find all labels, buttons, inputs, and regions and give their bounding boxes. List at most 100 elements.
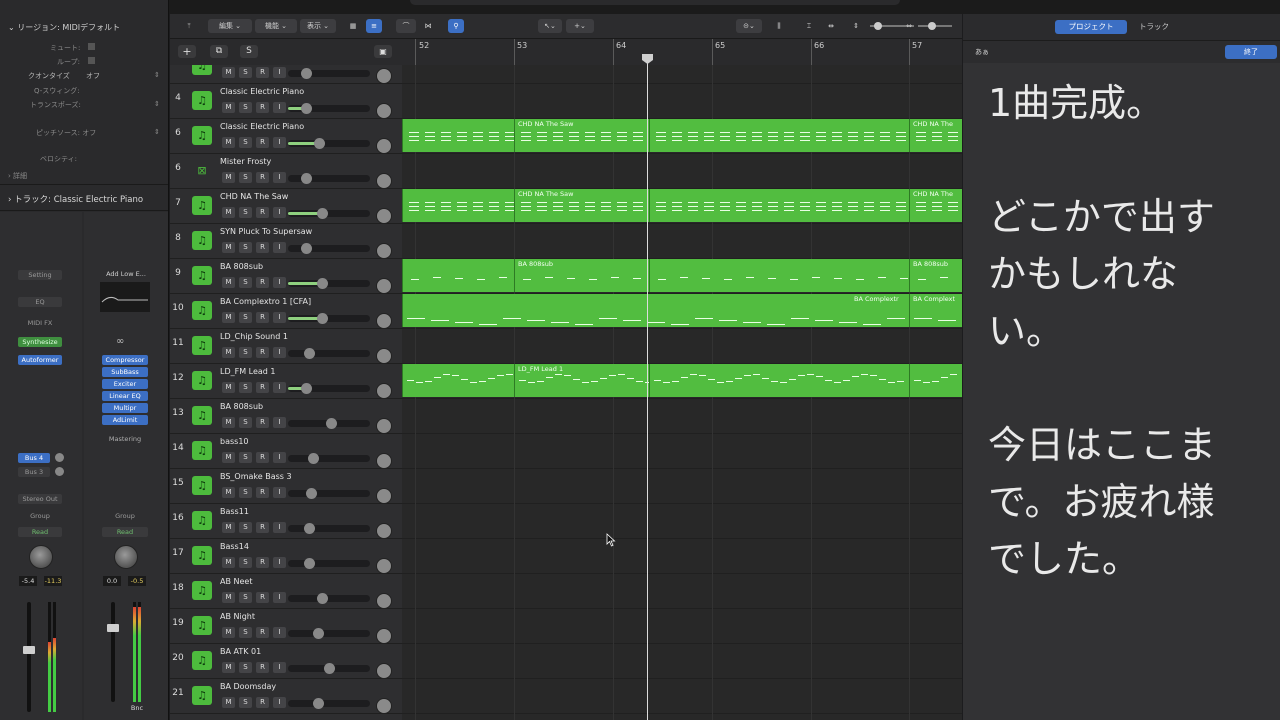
track-name[interactable]: LD_FM Lead 1	[220, 367, 276, 376]
solo-button[interactable]: S	[239, 347, 252, 358]
music-note-icon[interactable]: ♫	[192, 616, 212, 635]
track-lane[interactable]	[402, 65, 962, 84]
track-name[interactable]: Classic Electric Piano	[220, 87, 304, 96]
track-header[interactable]: 8 ♫ SYN Pluck To Supersaw M S R I	[170, 223, 402, 259]
volume-slider[interactable]	[288, 138, 370, 149]
volume-slider[interactable]	[288, 593, 370, 604]
input-monitor-button[interactable]: I	[273, 522, 286, 533]
pan-knob[interactable]	[376, 68, 392, 84]
audio-fx-slot[interactable]: Linear EQ	[102, 391, 148, 401]
loop-checkbox[interactable]	[88, 57, 95, 64]
music-note-icon[interactable]: ♫	[192, 196, 212, 215]
volume-fader[interactable]	[111, 602, 115, 702]
track-header[interactable]: 11 ♫ LD_Chip Sound 1 MSRI	[170, 328, 402, 364]
volume-knob[interactable]	[301, 243, 313, 254]
midi-region[interactable]	[649, 364, 910, 397]
input-monitor-button[interactable]: I	[273, 102, 286, 113]
volume-knob[interactable]	[325, 418, 337, 429]
pan-knob[interactable]	[376, 453, 392, 469]
volume-knob[interactable]	[305, 488, 317, 499]
volume-slider[interactable]	[288, 488, 370, 499]
pan-knob[interactable]	[376, 243, 392, 259]
music-note-icon[interactable]: ♫	[192, 476, 212, 495]
midi-region[interactable]: LD_FM Lead 1	[514, 364, 650, 397]
input-monitor-button[interactable]: I	[273, 67, 286, 78]
mute-button[interactable]: M	[222, 67, 235, 78]
volume-slider[interactable]	[288, 313, 370, 324]
volume-slider[interactable]	[288, 628, 370, 639]
solo-button[interactable]: S	[239, 662, 252, 673]
midi-region[interactable]	[402, 119, 515, 152]
mute-button[interactable]: M	[222, 347, 235, 358]
input-monitor-button[interactable]: I	[273, 557, 286, 568]
eq-thumbnail[interactable]	[100, 282, 150, 312]
eq-button[interactable]: EQ	[18, 297, 62, 307]
mute-button[interactable]: M	[222, 312, 235, 323]
volume-knob[interactable]	[301, 173, 313, 184]
track-lane[interactable]	[402, 153, 962, 189]
volume-slider[interactable]	[288, 453, 370, 464]
midi-region[interactable]	[402, 189, 515, 222]
fader-handle[interactable]	[23, 646, 35, 654]
volume-slider[interactable]	[288, 383, 370, 394]
send-slot[interactable]: Bus 3	[18, 467, 50, 477]
record-button[interactable]: R	[256, 67, 269, 78]
track-header[interactable]: 12 ♫ LD_FM Lead 1 MSRI	[170, 363, 402, 399]
midi-region[interactable]: BA 808sub	[909, 259, 962, 292]
solo-global-button[interactable]: S	[240, 45, 258, 58]
volume-knob[interactable]	[304, 558, 316, 569]
function-menu[interactable]: 機能 ⌄	[255, 19, 297, 33]
pan-knob[interactable]	[376, 418, 392, 434]
record-button[interactable]: R	[256, 592, 269, 603]
track-lane[interactable]	[402, 678, 962, 714]
detail-disclosure[interactable]: › 詳細	[8, 171, 27, 181]
mute-button[interactable]: M	[222, 662, 235, 673]
pan-knob[interactable]	[376, 313, 392, 329]
track-name[interactable]: BA 808sub	[220, 262, 263, 271]
midi-region[interactable]	[402, 364, 515, 397]
record-button[interactable]: R	[256, 487, 269, 498]
track-header[interactable]: 7 ♫ CHD NA The Saw M S R I	[170, 188, 402, 224]
mute-button[interactable]: M	[222, 207, 235, 218]
midi-region[interactable]	[649, 119, 910, 152]
waveform-zoom-icon[interactable]: ⫼	[772, 19, 786, 33]
music-note-icon[interactable]: ♫	[192, 336, 212, 355]
volume-slider[interactable]	[288, 348, 370, 359]
solo-button[interactable]: S	[239, 172, 252, 183]
volume-knob[interactable]	[304, 348, 316, 359]
volume-knob[interactable]	[317, 313, 329, 324]
pan-knob[interactable]	[376, 558, 392, 574]
input-monitor-button[interactable]: I	[273, 137, 286, 148]
group-slot[interactable]: Group	[100, 512, 150, 520]
midi-region[interactable]: BA Complext	[909, 294, 962, 327]
mute-button[interactable]: M	[222, 452, 235, 463]
pan-knob[interactable]	[376, 103, 392, 119]
record-button[interactable]: R	[256, 242, 269, 253]
mute-button[interactable]: M	[222, 592, 235, 603]
track-name[interactable]: BS_Omake Bass 3	[220, 472, 292, 481]
volume-knob[interactable]	[312, 628, 324, 639]
horizontal-fit-icon[interactable]: ⇹	[824, 19, 838, 33]
mute-button[interactable]: M	[222, 697, 235, 708]
track-header[interactable]: 19 ♫ AB Night M S R I	[170, 608, 402, 644]
audio-fx-slot[interactable]: SubBass	[102, 367, 148, 377]
music-note-icon[interactable]: ♫	[192, 65, 212, 75]
record-button[interactable]: R	[256, 172, 269, 183]
link-icon[interactable]: ∞	[116, 336, 124, 347]
curve-tool-icon[interactable]: ⌒	[396, 19, 416, 33]
music-note-icon[interactable]: ♫	[192, 546, 212, 565]
mute-button[interactable]: M	[222, 102, 235, 113]
track-header[interactable]: 4 ♫ Classic Electric Piano M S R I	[170, 83, 402, 119]
pan-knob[interactable]	[376, 278, 392, 294]
midi-region[interactable]: CHD NA The Saw	[514, 189, 650, 222]
audio-fx-slot[interactable]: Multipr	[102, 403, 148, 413]
volume-knob[interactable]	[301, 383, 313, 394]
mute-button[interactable]: M	[222, 277, 235, 288]
playhead[interactable]	[647, 54, 648, 720]
record-button[interactable]: R	[256, 627, 269, 638]
record-button[interactable]: R	[256, 557, 269, 568]
track-header[interactable]: 9 ♫ BA 808sub M S R I	[170, 258, 402, 294]
track-lane[interactable]	[402, 538, 962, 574]
stepper-icon[interactable]: ⇕	[154, 71, 160, 79]
mute-button[interactable]: M	[222, 137, 235, 148]
